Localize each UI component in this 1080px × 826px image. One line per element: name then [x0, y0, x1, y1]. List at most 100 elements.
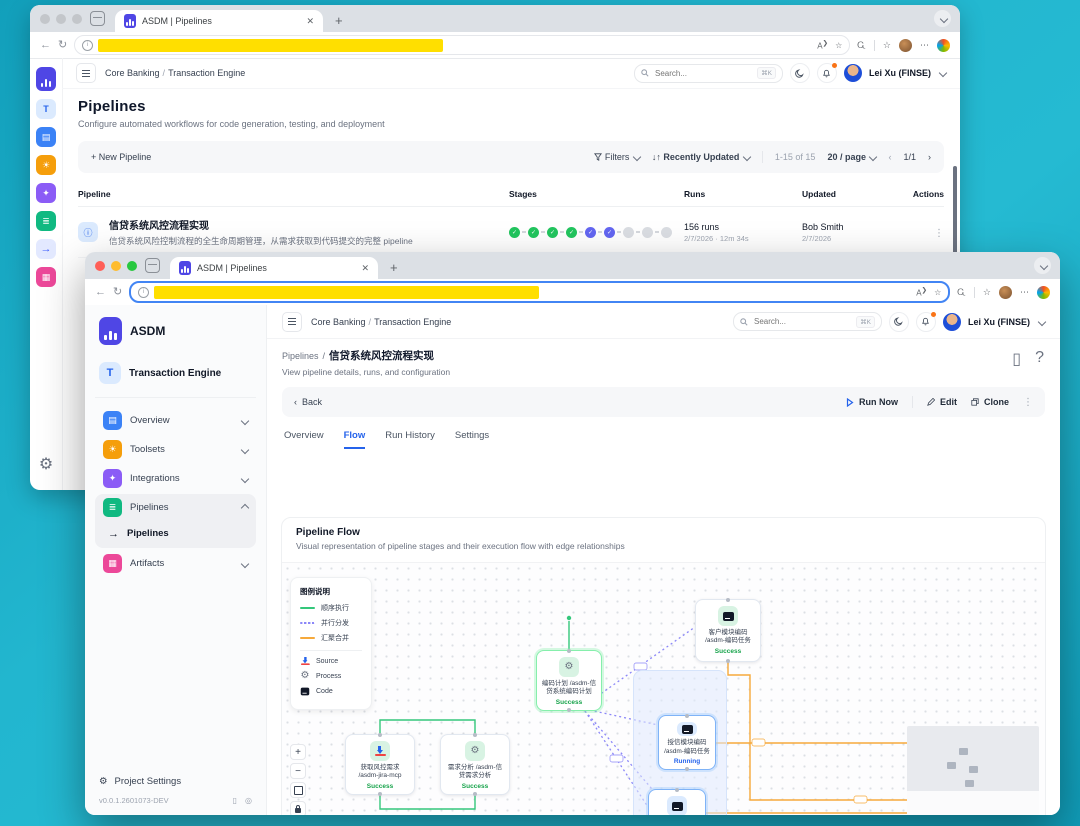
user-avatar[interactable] — [844, 64, 862, 82]
doc-icon[interactable]: ▯ — [1012, 349, 1021, 369]
hamburger-icon[interactable] — [282, 312, 302, 332]
page-size-dropdown[interactable]: 20 / page — [827, 152, 876, 162]
sidebar-item-pipelines[interactable]: ≣ Pipelines — [95, 494, 256, 521]
ellipsis-icon[interactable]: ⋯ — [920, 40, 929, 51]
zoom-out-icon[interactable]: − — [290, 763, 306, 779]
sidebar-item-overview[interactable]: ▤ Overview — [95, 407, 256, 434]
reload-icon[interactable]: ↻ — [58, 40, 67, 51]
flow-canvas[interactable]: 图例说明 顺序执行 并行分发 汇聚合并 Source ⚙Process Code… — [282, 562, 1045, 815]
flow-node-customer[interactable]: 客户模块编码/asdm-编码任务 Success — [695, 599, 761, 662]
sidebar-item-artifacts[interactable]: ▦ Artifacts — [95, 550, 256, 577]
back-icon[interactable]: ← — [40, 40, 51, 51]
back-button[interactable]: ‹ Back — [294, 397, 322, 407]
tab-run-history[interactable]: Run History — [385, 430, 435, 449]
filters-dropdown[interactable]: Filters — [594, 152, 640, 162]
sort-dropdown[interactable]: ↓↑ Recently Updated — [652, 152, 750, 162]
next-page-button[interactable]: › — [928, 152, 931, 162]
close-tab-icon[interactable]: ✕ — [306, 16, 314, 27]
flow-node-credit[interactable]: 授信模块编码/asdm-编码任务 Running — [658, 715, 716, 770]
pipeline-title[interactable]: 信贷系统风控流程实现 — [109, 217, 509, 232]
hamburger-icon[interactable] — [76, 63, 96, 83]
fit-view-icon[interactable] — [290, 782, 306, 798]
tab-list-chevron-icon[interactable] — [1034, 257, 1051, 274]
breadcrumb[interactable]: Core Banking/Transaction Engine — [105, 68, 245, 78]
notifications-bell-icon[interactable] — [916, 312, 936, 332]
maximize-window-button[interactable] — [72, 14, 82, 24]
rail-pipelines-active-icon[interactable]: → — [36, 239, 56, 259]
project-selector[interactable]: T Transaction Engine — [95, 362, 256, 384]
sidebar-item-toolsets[interactable]: ☀ Toolsets — [95, 436, 256, 463]
sidebar-item-integrations[interactable]: ✦ Integrations — [95, 465, 256, 492]
copilot-icon[interactable] — [937, 39, 950, 52]
browser-essentials-icon[interactable]: Ꮹ — [857, 40, 866, 51]
read-aloud-icon[interactable]: A❯ — [916, 286, 927, 298]
window-controls[interactable] — [40, 14, 82, 24]
browser-tab[interactable]: ASDM | Pipelines ✕ — [115, 10, 323, 32]
asdm-logo[interactable] — [99, 317, 122, 345]
dark-mode-moon-icon[interactable] — [790, 63, 810, 83]
breadcrumb-pipelines[interactable]: Pipelines — [282, 351, 319, 361]
tab-overview[interactable]: Overview — [284, 430, 324, 449]
back-icon[interactable]: ← — [95, 287, 106, 298]
ellipsis-icon[interactable]: ⋯ — [1020, 287, 1029, 298]
run-now-button[interactable]: Run Now — [846, 397, 898, 407]
scrollbar[interactable] — [953, 166, 957, 254]
profile-avatar[interactable] — [999, 286, 1012, 299]
reload-icon[interactable]: ↻ — [113, 287, 122, 298]
close-window-button[interactable] — [95, 261, 105, 271]
tab-list-chevron-icon[interactable] — [934, 10, 951, 27]
user-avatar[interactable] — [943, 313, 961, 331]
maximize-window-button[interactable] — [127, 261, 137, 271]
asdm-logo[interactable] — [36, 67, 56, 91]
site-info-icon[interactable]: i — [138, 287, 149, 298]
dark-mode-moon-icon[interactable] — [889, 312, 909, 332]
flow-minimap[interactable] — [907, 726, 1039, 815]
read-aloud-icon[interactable]: A❯ — [817, 39, 828, 51]
minimize-window-button[interactable] — [111, 261, 121, 271]
sidebar-subitem-pipelines[interactable]: → Pipelines — [95, 521, 256, 546]
project-settings-link[interactable]: ⚙ Project Settings — [95, 776, 256, 787]
address-bar[interactable]: i A❯ ☆ — [129, 281, 950, 303]
clone-button[interactable]: Clone — [971, 397, 1009, 407]
tab-settings[interactable]: Settings — [455, 430, 489, 449]
notifications-bell-icon[interactable] — [817, 63, 837, 83]
help-icon[interactable]: ? — [1035, 349, 1044, 369]
lock-icon[interactable] — [290, 801, 306, 815]
favorites-bar-icon[interactable]: ☆ — [883, 40, 891, 51]
project-avatar[interactable]: T — [36, 99, 56, 119]
zoom-in-icon[interactable]: + — [290, 744, 306, 760]
browser-essentials-icon[interactable]: Ꮹ — [957, 287, 966, 298]
copilot-icon[interactable] — [1037, 286, 1050, 299]
doc-icon[interactable]: ▯ — [233, 796, 237, 805]
pin-icon[interactable]: ◎ — [245, 796, 252, 805]
new-tab-button[interactable]: + — [335, 13, 343, 28]
favorites-bar-icon[interactable]: ☆ — [983, 287, 991, 298]
prev-page-button[interactable]: ‹ — [888, 152, 891, 162]
flow-node-analyze[interactable]: ⚙ 需求分析 /asdm-信贷需求分析 Success — [440, 734, 510, 795]
kebab-icon[interactable]: ⋮ — [934, 228, 944, 239]
flow-node-approval[interactable]: 审批模块编码 — [648, 789, 706, 815]
rail-overview-icon[interactable]: ▤ — [36, 127, 56, 147]
workspaces-icon[interactable] — [145, 258, 160, 273]
browser-tab[interactable]: ASDM | Pipelines ✕ — [170, 257, 378, 279]
address-bar[interactable]: i A❯ ☆ — [74, 35, 850, 55]
search-input[interactable]: ⌘K — [634, 64, 783, 83]
tab-flow[interactable]: Flow — [344, 430, 366, 449]
minimize-window-button[interactable] — [56, 14, 66, 24]
rail-settings-gear-icon[interactable]: ⚙ — [39, 454, 53, 474]
profile-avatar[interactable] — [899, 39, 912, 52]
rail-toolsets-icon[interactable]: ☀ — [36, 155, 56, 175]
rail-artifacts-icon[interactable]: ▦ — [36, 267, 56, 287]
edit-button[interactable]: Edit — [927, 397, 957, 407]
flow-node-fetch[interactable]: 获取风控需求/asdm-jira-mcp Success — [345, 734, 415, 795]
close-window-button[interactable] — [40, 14, 50, 24]
rail-integrations-icon[interactable]: ✦ — [36, 183, 56, 203]
window-controls[interactable] — [95, 261, 137, 271]
workspaces-icon[interactable] — [90, 11, 105, 26]
flow-node-plan[interactable]: ⚙ 编码计划 /asdm-信贷系统编码计划 Success — [536, 650, 602, 711]
kebab-icon[interactable]: ⋮ — [1023, 397, 1033, 408]
site-info-icon[interactable]: i — [82, 40, 93, 51]
favorites-star-icon[interactable]: ☆ — [934, 288, 941, 297]
user-menu[interactable]: Lei Xu (FINSE) — [968, 317, 1030, 327]
new-tab-button[interactable]: + — [390, 260, 398, 275]
